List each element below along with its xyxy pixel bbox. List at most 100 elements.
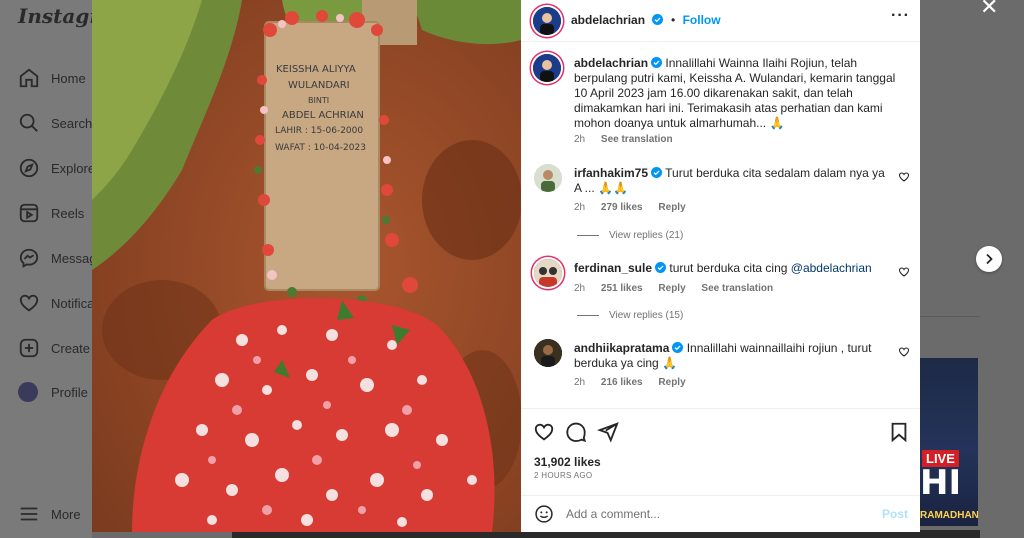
bookmark-icon[interactable] [888, 421, 910, 443]
replies-line [577, 315, 599, 316]
nav-search[interactable]: Search [18, 112, 92, 134]
nav-label-home: Home [51, 70, 86, 86]
nav-label-create: Create [51, 340, 91, 356]
like-comment-heart-icon[interactable] [898, 346, 910, 358]
emoji-icon[interactable] [534, 504, 554, 524]
see-translation-link[interactable]: See translation [601, 134, 673, 145]
nav-label-reels: Reels [51, 205, 85, 221]
like-heart-icon[interactable] [533, 421, 555, 443]
heart-icon [19, 294, 39, 312]
comment-2-time: 2h [574, 283, 586, 294]
headstone-line-4: ABDEL ACHRIAN [282, 110, 364, 121]
share-icon[interactable] [597, 421, 619, 443]
view-replies-1-label: View replies (21) [609, 230, 684, 241]
headstone-line-1: KEISSHA ALIYYA [276, 64, 356, 75]
explore-icon [19, 158, 39, 178]
comment-input[interactable]: Add a comment... [566, 507, 660, 521]
like-comment-heart-icon[interactable] [898, 171, 910, 183]
follow-button[interactable]: Follow [683, 13, 721, 27]
like-comment-heart-icon[interactable] [898, 266, 910, 278]
nav-home[interactable]: Home [18, 67, 92, 89]
verified-badge-icon [651, 167, 663, 178]
reels-icon [19, 203, 39, 223]
nav-explore[interactable]: Explore [18, 157, 92, 179]
comment-3: andhiikapratama Innalillahi wainnaillaih… [574, 341, 886, 371]
headstone-line-2: WULANDARI [288, 80, 350, 91]
comment-2-text: turut berduka cita cing [669, 261, 791, 275]
replies-line [577, 235, 599, 236]
comment-1: irfanhakim75 Turut berduka cita sedalam … [574, 166, 886, 196]
comment-3-reply[interactable]: Reply [658, 377, 685, 388]
comment-3-time: 2h [574, 377, 586, 388]
menu-icon [20, 507, 38, 521]
view-replies-2[interactable]: View replies (15) [577, 310, 683, 321]
nav-profile[interactable]: Profile [18, 382, 92, 402]
headstone-line-5: LAHIR : 15-06-2000 [275, 126, 363, 136]
messenger-icon [19, 248, 39, 268]
post-comment-button[interactable]: Post [882, 507, 908, 521]
comment-1-likes[interactable]: 279 likes [601, 202, 643, 213]
verified-badge-icon [672, 342, 684, 353]
next-post-button[interactable] [976, 246, 1002, 272]
nav-label-profile: Profile [51, 384, 88, 400]
caption-username[interactable]: abdelachrian [574, 56, 648, 70]
comment-2: ferdinan_sule turut berduka cita cing @a… [574, 261, 886, 276]
post-detail-panel: abdelachrian • Follow ··· abdelachrian I… [521, 0, 920, 532]
comment-1-username[interactable]: irfanhakim75 [574, 166, 648, 180]
commenter-avatar[interactable] [534, 339, 562, 367]
nav-label-notifications: Notifications [51, 295, 92, 311]
close-icon[interactable]: ✕ [980, 0, 998, 20]
headstone-line-6: WAFAT : 10-04-2023 [275, 143, 366, 153]
comment-2-meta: 2h 251 likes Reply See translation [574, 283, 786, 294]
post-timestamp[interactable]: 2 HOURS AGO [534, 471, 592, 480]
commenter-avatar[interactable] [534, 259, 562, 287]
post-actions: 31,902 likes 2 HOURS AGO Add a comment..… [521, 408, 920, 530]
caption-time: 2h [574, 134, 586, 145]
nav-label-more: More [51, 506, 81, 522]
profile-avatar [18, 382, 38, 402]
comment-3-meta: 2h 216 likes Reply [574, 377, 699, 388]
divider [920, 316, 980, 317]
post-photo[interactable]: KEISSHA ALIYYA WULANDARI BINTI ABDEL ACH… [92, 0, 521, 532]
view-replies-2-label: View replies (15) [609, 310, 684, 321]
author-username[interactable]: abdelachrian [571, 13, 645, 27]
comment-2-see-translation[interactable]: See translation [701, 283, 773, 294]
comment-2-mention[interactable]: @abdelachrian [791, 261, 872, 275]
nav-messages[interactable]: Messages [18, 247, 92, 269]
verified-badge-icon [655, 262, 667, 273]
thumbnail-caption: RAMADHAN [920, 510, 978, 521]
nav-label-explore: Explore [51, 160, 92, 176]
nav-label-search: Search [51, 115, 92, 131]
comment-2-likes[interactable]: 251 likes [601, 283, 643, 294]
thumbnail-title: HI [920, 463, 962, 503]
comment-1-reply[interactable]: Reply [658, 202, 685, 213]
post-header: abdelachrian • Follow ··· [521, 0, 920, 42]
background-thumbnail[interactable]: LIVE HI RAMADHAN [920, 358, 978, 526]
chevron-right-icon [986, 253, 993, 265]
nav-label-messages: Messages [51, 250, 92, 266]
likes-count[interactable]: 31,902 likes [534, 455, 601, 469]
plus-icon [19, 338, 39, 358]
caption-author-avatar[interactable] [533, 54, 561, 82]
grave-photo: KEISSHA ALIYYA WULANDARI BINTI ABDEL ACH… [92, 0, 521, 532]
sidebar: Instagram Home Search Explore Reels Mess… [0, 0, 134, 538]
author-avatar[interactable] [533, 7, 561, 35]
verified-badge-icon [651, 57, 663, 68]
verified-badge-icon [652, 14, 664, 25]
headstone-line-3: BINTI [308, 96, 329, 105]
nav-create[interactable]: Create [18, 337, 92, 359]
comment-3-username[interactable]: andhiikapratama [574, 341, 669, 355]
commenter-avatar[interactable] [534, 164, 562, 192]
separator-dot: • [670, 13, 676, 27]
nav-notifications[interactable]: Notifications [18, 292, 92, 314]
comment-2-username[interactable]: ferdinan_sule [574, 261, 652, 275]
comment-icon[interactable] [565, 421, 587, 443]
nav-more[interactable]: More [18, 503, 92, 525]
comment-bar: Add a comment... Post [521, 495, 920, 531]
comment-2-reply[interactable]: Reply [658, 283, 685, 294]
comment-3-likes[interactable]: 216 likes [601, 377, 643, 388]
comment-1-meta: 2h 279 likes Reply [574, 202, 699, 213]
view-replies-1[interactable]: View replies (21) [577, 230, 683, 241]
nav-reels[interactable]: Reels [18, 202, 92, 224]
more-options-icon[interactable]: ··· [891, 7, 910, 25]
